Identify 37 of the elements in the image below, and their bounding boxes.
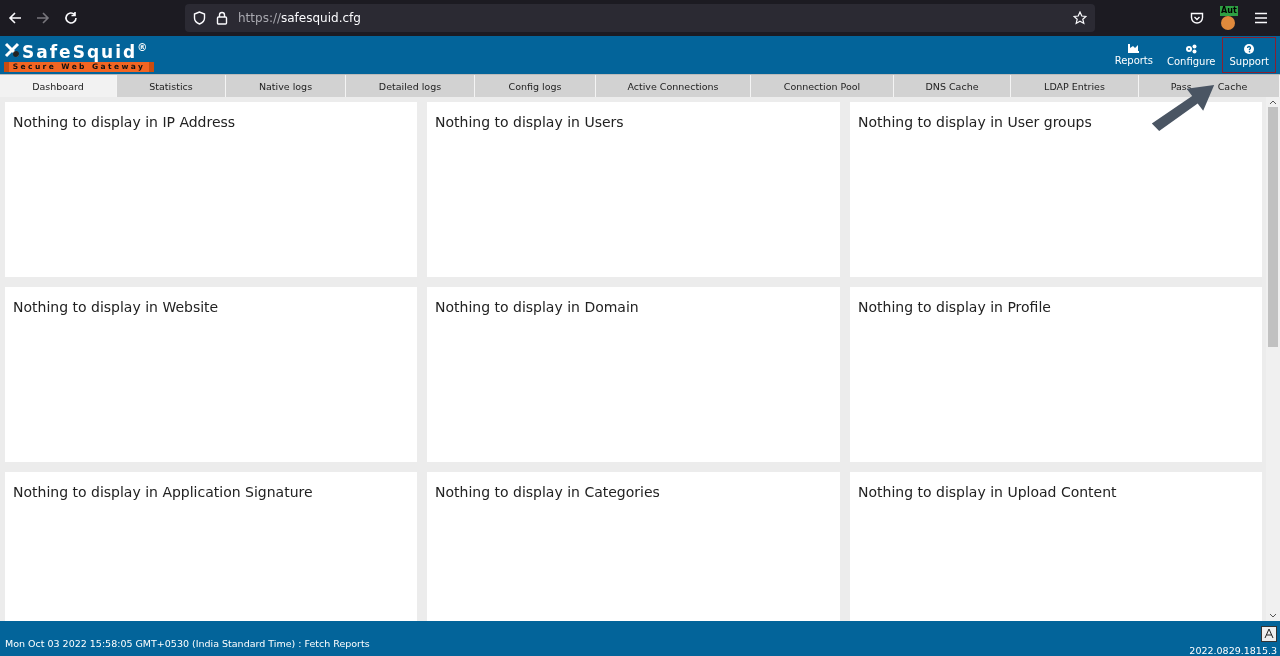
chart-icon — [1128, 44, 1140, 53]
reload-icon[interactable] — [64, 11, 78, 25]
url-text: https://safesquid.cfg — [238, 11, 361, 25]
help-icon — [1244, 43, 1255, 54]
header-button[interactable]: Reports — [1107, 37, 1160, 73]
arrow-icon — [1150, 83, 1216, 133]
address-bar[interactable]: https://safesquid.cfg — [185, 4, 1095, 32]
empty-message: Nothing to display in Profile — [858, 299, 1051, 315]
forward-icon[interactable] — [36, 11, 50, 25]
pocket-icon[interactable] — [1190, 11, 1204, 25]
tab-label: Cache — [1217, 80, 1248, 92]
header-button[interactable]: Configure — [1160, 37, 1223, 73]
tab-label: Pass — [1170, 80, 1192, 92]
empty-message: Nothing to display in Website — [13, 299, 219, 315]
empty-message: Nothing to display in Upload Content — [858, 484, 1117, 500]
logo-text: SafeSquid$^{®}$ — [22, 40, 148, 62]
back-icon[interactable] — [8, 11, 22, 25]
empty-message: Nothing to display in Application Signature — [13, 484, 313, 500]
star-icon[interactable] — [1073, 11, 1087, 25]
menu-icon[interactable] — [1254, 12, 1268, 24]
scrollbar[interactable] — [1266, 97, 1280, 621]
tab[interactable]: Dashboard — [0, 75, 117, 97]
empty-message: Nothing to display in Categories — [435, 484, 660, 500]
status-text: Mon Oct 03 2022 15:58:05 GMT+0530 (India Standard Time) : Fetch Reports — [5, 638, 370, 649]
scroll-down-icon[interactable] — [1269, 613, 1277, 619]
header-button[interactable]: Support — [1222, 37, 1276, 73]
lock-icon — [216, 11, 228, 25]
scroll-up-icon[interactable] — [1269, 99, 1277, 105]
extension-badge: Aut — [1220, 6, 1238, 16]
empty-message: Nothing to display in User groups — [858, 114, 1092, 130]
empty-message: Nothing to display in Domain — [435, 299, 639, 315]
version-text: 2022.0829.1815.3 — [1189, 645, 1277, 656]
empty-message: Nothing to display in IP Address — [13, 114, 236, 130]
tools-icon — [4, 41, 20, 58]
shield-icon — [193, 11, 206, 25]
gears-icon — [1185, 43, 1198, 54]
empty-message: Nothing to display in Users — [435, 114, 624, 130]
